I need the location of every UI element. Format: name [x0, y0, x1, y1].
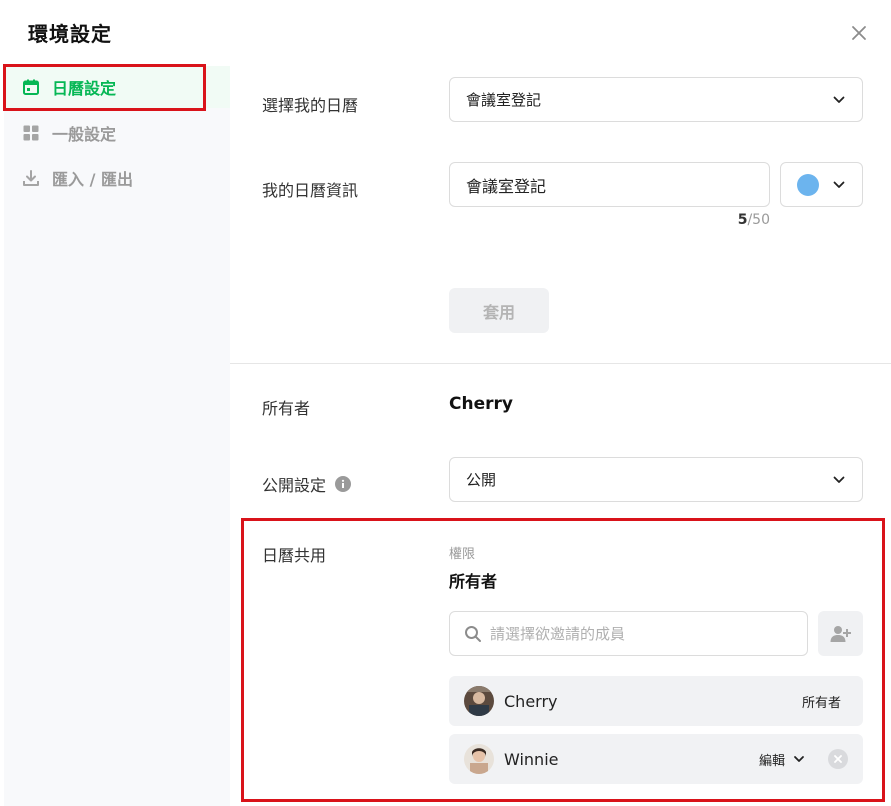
add-user-icon [830, 625, 851, 642]
member-role-dropdown[interactable]: 編輯 [759, 750, 805, 769]
calendar-info-label: 我的日曆資訊 [262, 181, 359, 200]
search-icon [464, 625, 482, 643]
select-calendar-label: 選擇我的日曆 [262, 96, 359, 115]
member-search-input[interactable]: 請選擇欲邀請的成員 [449, 611, 808, 656]
calendar-icon [22, 78, 40, 96]
close-icon [852, 26, 866, 40]
member-name: Winnie [504, 749, 559, 769]
member-name: Cherry [504, 691, 558, 711]
sharing-label: 日曆共用 [262, 546, 327, 565]
name-char-counter: 5/50 [737, 212, 770, 228]
close-button[interactable] [846, 20, 872, 46]
info-icon[interactable] [335, 476, 352, 492]
visibility-select-value: 公開 [466, 471, 497, 489]
sidebar-item-calendar-settings[interactable]: 日曆設定 [4, 66, 230, 108]
member-row: Winnie 編輯 [449, 734, 863, 784]
sidebar-item-label: 匯入 / 匯出 [52, 170, 133, 189]
chevron-down-icon [832, 178, 846, 192]
avatar [464, 744, 494, 774]
owner-value: Cherry [449, 394, 513, 414]
settings-sidebar: 日曆設定 一般設定 匯入 / 匯出 [4, 66, 230, 806]
member-role: 所有者 [801, 695, 841, 711]
grid-icon [22, 124, 40, 142]
calendar-color-picker[interactable] [780, 162, 863, 207]
calendar-name-input[interactable]: 會議室登記 [449, 162, 770, 207]
member-row: Cherry 所有者 [449, 676, 863, 726]
member-search-placeholder: 請選擇欲邀請的成員 [490, 625, 626, 643]
permission-value: 所有者 [449, 572, 498, 591]
modal-title: 環境設定 [28, 22, 112, 46]
calendar-select-value: 會議室登記 [466, 91, 542, 109]
avatar [464, 686, 494, 716]
visibility-select[interactable]: 公開 [449, 457, 863, 502]
calendar-select[interactable]: 會議室登記 [449, 77, 863, 122]
permission-caption: 權限 [449, 547, 476, 562]
chevron-down-icon [793, 753, 805, 765]
sidebar-item-label: 一般設定 [52, 125, 117, 144]
chevron-down-icon [832, 93, 846, 107]
calendar-color-swatch [797, 173, 819, 196]
add-member-button[interactable] [818, 611, 863, 656]
member-role-label: 編輯 [758, 753, 785, 769]
apply-button[interactable]: 套用 [449, 288, 549, 333]
section-divider [230, 363, 891, 364]
visibility-label: 公開設定 [262, 476, 327, 495]
close-icon [834, 755, 842, 763]
remove-member-button[interactable] [828, 749, 848, 769]
sidebar-item-import-export[interactable]: 匯入 / 匯出 [4, 157, 230, 199]
sidebar-item-general-settings[interactable]: 一般設定 [4, 112, 230, 154]
download-icon [22, 169, 40, 187]
owner-label: 所有者 [262, 399, 311, 418]
calendar-name-value: 會議室登記 [466, 176, 547, 196]
sidebar-item-label: 日曆設定 [52, 79, 117, 98]
chevron-down-icon [832, 473, 846, 487]
visibility-label-row: 公開設定 [262, 472, 352, 496]
